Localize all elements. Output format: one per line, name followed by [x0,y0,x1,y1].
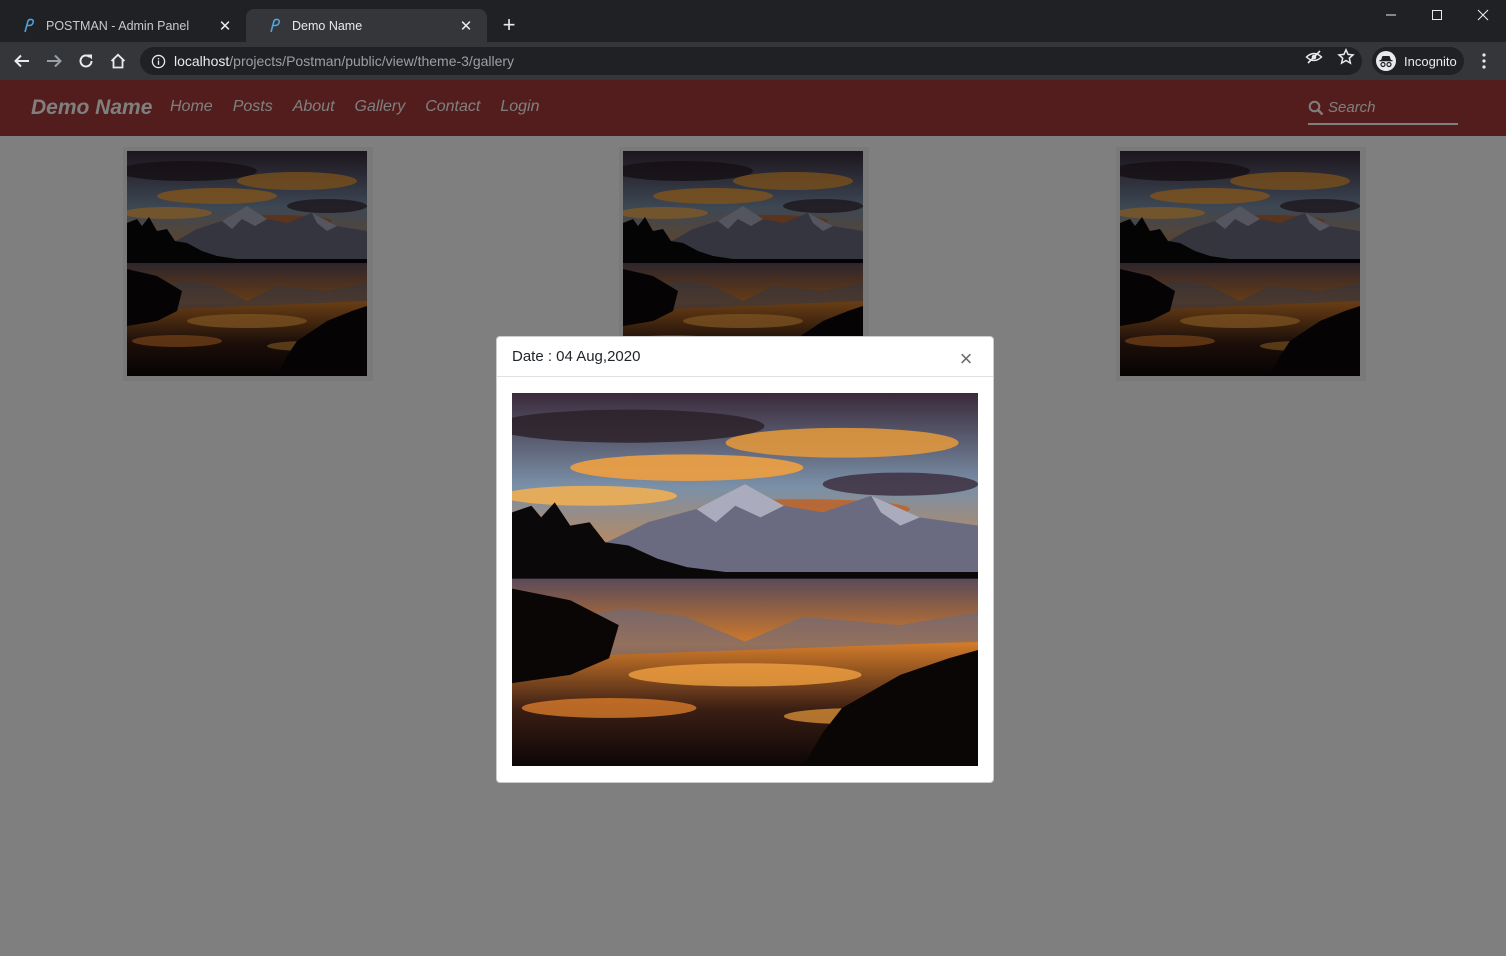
url-host: localhost [174,53,230,69]
incognito-label: Incognito [1404,53,1457,69]
incognito-icon [1376,51,1396,71]
reload-icon[interactable] [74,49,98,73]
eye-off-icon[interactable] [1305,48,1323,66]
modal-header: Date : 04 Aug,2020 × [497,337,993,377]
home-icon[interactable] [106,49,130,73]
modal-close-button[interactable]: × [954,347,978,371]
minimize-icon[interactable] [1368,0,1414,30]
url-path: /projects/Postman/public/view/theme-3/ga… [229,53,515,69]
page-viewport: Demo Name Home Posts About Gallery Conta… [0,80,1506,956]
window-close-icon[interactable] [1460,0,1506,30]
browser-tab-strip: POSTMAN - Admin Panel ✕ Demo Name ✕ + [0,0,1506,42]
back-arrow-icon[interactable] [10,49,34,73]
maximize-icon[interactable] [1414,0,1460,30]
close-icon[interactable]: ✕ [216,17,234,35]
url-text: localhost/projects/Postman/public/view/t… [174,53,514,69]
browser-tab-demo[interactable]: Demo Name ✕ [246,9,487,42]
incognito-profile-button[interactable]: Incognito [1372,47,1464,75]
browser-menu-icon[interactable] [1474,51,1494,71]
postman-favicon-icon [266,17,284,35]
postman-favicon-icon [20,17,38,35]
modal-title: Date : 04 Aug,2020 [512,348,641,365]
browser-tab-admin[interactable]: POSTMAN - Admin Panel ✕ [0,9,246,42]
bookmark-star-icon[interactable] [1337,48,1355,66]
tab-title: POSTMAN - Admin Panel [46,18,190,33]
new-tab-icon[interactable]: + [498,14,520,36]
modal-image [512,393,978,766]
modal-body [497,377,993,782]
site-info-icon[interactable] [150,53,166,69]
image-modal: Date : 04 Aug,2020 × [496,336,994,783]
tab-title: Demo Name [292,18,363,33]
close-icon[interactable]: ✕ [457,17,475,35]
address-bar[interactable]: localhost/projects/Postman/public/view/t… [140,47,1362,75]
forward-arrow-icon[interactable] [42,49,66,73]
browser-toolbar: localhost/projects/Postman/public/view/t… [0,42,1506,80]
